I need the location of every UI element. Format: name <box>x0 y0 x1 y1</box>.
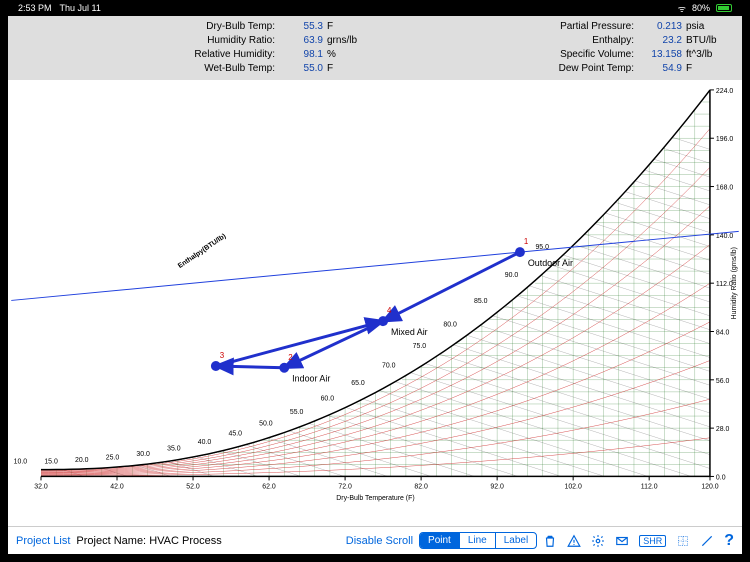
svg-text:0.0: 0.0 <box>716 474 726 481</box>
svg-text:Mixed Air: Mixed Air <box>391 327 428 337</box>
svg-text:102.0: 102.0 <box>564 483 581 490</box>
dew-point-value: 54.9 <box>640 62 686 76</box>
svg-text:20.0: 20.0 <box>75 457 89 464</box>
mode-segmented-control: Point Line Label <box>419 532 537 549</box>
psychrometric-chart[interactable]: HVAC Process 32.042.052.062.072.082.092.… <box>8 80 742 526</box>
wet-bulb-value: 55.0 <box>281 62 327 76</box>
svg-text:75.0: 75.0 <box>413 343 427 350</box>
svg-text:3: 3 <box>220 351 225 360</box>
svg-text:62.0: 62.0 <box>262 483 276 490</box>
rh-label: Relative Humidity: <box>16 48 281 62</box>
svg-text:30.0: 30.0 <box>136 451 150 458</box>
rh-value: 98.1 <box>281 48 327 62</box>
svg-text:72.0: 72.0 <box>338 483 352 490</box>
svg-text:32.0: 32.0 <box>34 483 48 490</box>
svg-text:120.0: 120.0 <box>701 483 718 490</box>
svg-text:Humidity Ratio (grns/lb): Humidity Ratio (grns/lb) <box>731 247 738 319</box>
help-icon[interactable]: ? <box>724 532 734 550</box>
svg-text:42.0: 42.0 <box>110 483 124 490</box>
svg-text:Outdoor Air: Outdoor Air <box>528 258 573 268</box>
battery-icon <box>716 4 732 12</box>
project-name-label: Project Name: HVAC Process <box>76 535 221 547</box>
svg-text:70.0: 70.0 <box>382 362 396 369</box>
svg-text:90.0: 90.0 <box>505 272 519 279</box>
svg-text:45.0: 45.0 <box>229 431 243 438</box>
svg-text:80.0: 80.0 <box>443 321 457 328</box>
svg-text:50.0: 50.0 <box>259 421 273 428</box>
svg-text:224.0: 224.0 <box>716 88 733 95</box>
wet-bulb-label: Wet-Bulb Temp: <box>16 62 281 76</box>
svg-text:4: 4 <box>387 306 392 315</box>
dry-bulb-label: Dry-Bulb Temp: <box>16 20 281 34</box>
svg-text:35.0: 35.0 <box>167 446 181 453</box>
svg-text:15.0: 15.0 <box>44 458 58 465</box>
svg-text:10.0: 10.0 <box>14 459 28 466</box>
trash-icon[interactable] <box>543 534 557 548</box>
svg-text:82.0: 82.0 <box>414 483 428 490</box>
svg-text:55.0: 55.0 <box>290 409 304 416</box>
svg-text:92.0: 92.0 <box>490 483 504 490</box>
battery-percent: 80% <box>692 3 710 13</box>
status-time: 2:53 PM <box>18 3 52 13</box>
project-list-link[interactable]: Project List <box>16 535 70 547</box>
segment-label[interactable]: Label <box>496 533 536 548</box>
segment-line[interactable]: Line <box>460 533 496 548</box>
svg-text:Dry-Bulb Temperature (F): Dry-Bulb Temperature (F) <box>336 495 414 502</box>
state-readout-panel: Dry-Bulb Temp:55.3F Humidity Ratio:63.9g… <box>8 16 742 80</box>
wifi-icon: ᯤ <box>678 2 686 15</box>
status-date: Thu Jul 11 <box>60 3 101 13</box>
svg-text:56.0: 56.0 <box>716 378 730 385</box>
svg-text:40.0: 40.0 <box>198 439 212 446</box>
humidity-ratio-label: Humidity Ratio: <box>16 34 281 48</box>
dew-point-label: Dew Point Temp: <box>375 62 640 76</box>
grid-icon[interactable] <box>676 534 690 548</box>
svg-text:2: 2 <box>288 353 292 362</box>
svg-text:1: 1 <box>524 237 529 246</box>
warning-icon[interactable] <box>567 534 581 548</box>
specific-volume-label: Specific Volume: <box>375 48 640 62</box>
svg-text:168.0: 168.0 <box>716 185 733 192</box>
svg-text:28.0: 28.0 <box>716 426 730 433</box>
svg-text:25.0: 25.0 <box>106 455 120 462</box>
status-bar: 2:53 PM Thu Jul 11 ᯤ 80% <box>0 0 750 16</box>
humidity-ratio-value: 63.9 <box>281 34 327 48</box>
svg-text:85.0: 85.0 <box>474 298 488 305</box>
partial-pressure-label: Partial Pressure: <box>375 20 640 34</box>
svg-text:65.0: 65.0 <box>351 380 365 387</box>
mail-icon[interactable] <box>615 534 629 548</box>
svg-text:140.0: 140.0 <box>716 233 733 240</box>
svg-text:52.0: 52.0 <box>186 483 200 490</box>
specific-volume-value: 13.158 <box>640 48 686 62</box>
svg-text:Indoor Air: Indoor Air <box>292 374 330 384</box>
svg-text:112.0: 112.0 <box>641 483 658 490</box>
bottom-toolbar: Project List Project Name: HVAC Process … <box>8 526 742 554</box>
enthalpy-label: Enthalpy: <box>375 34 640 48</box>
svg-text:196.0: 196.0 <box>716 136 733 143</box>
gear-icon[interactable] <box>591 534 605 548</box>
disable-scroll-button[interactable]: Disable Scroll <box>346 535 413 547</box>
shr-button[interactable]: SHR <box>639 535 666 547</box>
partial-pressure-value: 0.213 <box>640 20 686 34</box>
enthalpy-value: 23.2 <box>640 34 686 48</box>
svg-text:60.0: 60.0 <box>321 395 335 402</box>
line-tool-icon[interactable] <box>700 534 714 548</box>
segment-point[interactable]: Point <box>420 533 460 548</box>
dry-bulb-value: 55.3 <box>281 20 327 34</box>
svg-text:84.0: 84.0 <box>716 329 730 336</box>
